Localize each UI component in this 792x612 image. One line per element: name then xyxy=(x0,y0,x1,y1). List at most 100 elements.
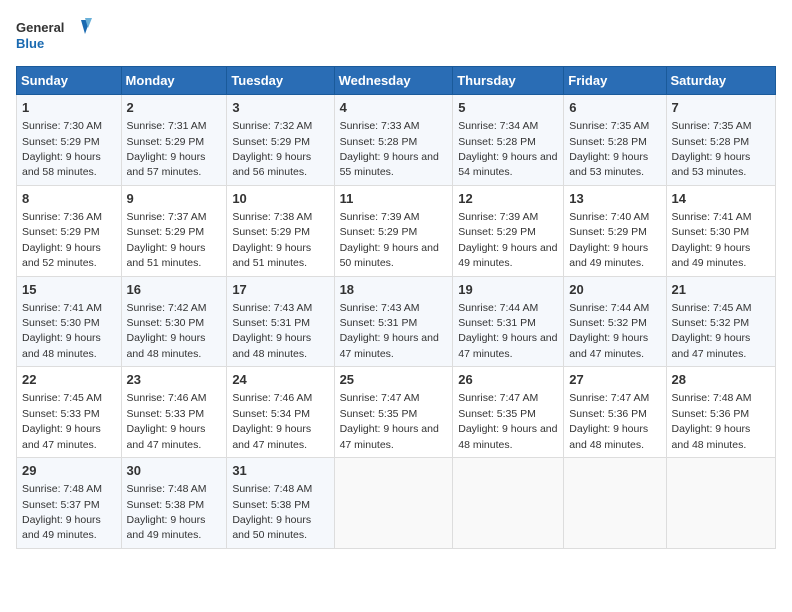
calendar-cell: 24 Sunrise: 7:46 AMSunset: 5:34 PMDaylig… xyxy=(227,367,334,458)
calendar-cell: 30 Sunrise: 7:48 AMSunset: 5:38 PMDaylig… xyxy=(121,458,227,549)
calendar-cell: 10 Sunrise: 7:38 AMSunset: 5:29 PMDaylig… xyxy=(227,185,334,276)
day-number: 30 xyxy=(127,462,222,480)
calendar-body: 1 Sunrise: 7:30 AMSunset: 5:29 PMDayligh… xyxy=(17,95,776,549)
calendar-week-3: 15 Sunrise: 7:41 AMSunset: 5:30 PMDaylig… xyxy=(17,276,776,367)
calendar-week-2: 8 Sunrise: 7:36 AMSunset: 5:29 PMDayligh… xyxy=(17,185,776,276)
day-number: 4 xyxy=(340,99,448,117)
sunrise-text: Sunrise: 7:37 AMSunset: 5:29 PMDaylight:… xyxy=(127,211,207,269)
svg-text:General: General xyxy=(16,20,64,35)
sunrise-text: Sunrise: 7:47 AMSunset: 5:35 PMDaylight:… xyxy=(340,392,439,450)
calendar-cell: 1 Sunrise: 7:30 AMSunset: 5:29 PMDayligh… xyxy=(17,95,122,186)
calendar-cell: 13 Sunrise: 7:40 AMSunset: 5:29 PMDaylig… xyxy=(564,185,666,276)
day-number: 29 xyxy=(22,462,116,480)
day-number: 11 xyxy=(340,190,448,208)
day-number: 13 xyxy=(569,190,660,208)
sunrise-text: Sunrise: 7:42 AMSunset: 5:30 PMDaylight:… xyxy=(127,302,207,360)
sunrise-text: Sunrise: 7:47 AMSunset: 5:36 PMDaylight:… xyxy=(569,392,649,450)
header-wednesday: Wednesday xyxy=(334,67,453,95)
day-number: 7 xyxy=(672,99,770,117)
sunrise-text: Sunrise: 7:35 AMSunset: 5:28 PMDaylight:… xyxy=(569,120,649,178)
calendar-cell: 17 Sunrise: 7:43 AMSunset: 5:31 PMDaylig… xyxy=(227,276,334,367)
calendar-cell: 28 Sunrise: 7:48 AMSunset: 5:36 PMDaylig… xyxy=(666,367,775,458)
header-sunday: Sunday xyxy=(17,67,122,95)
calendar-cell: 15 Sunrise: 7:41 AMSunset: 5:30 PMDaylig… xyxy=(17,276,122,367)
sunrise-text: Sunrise: 7:39 AMSunset: 5:29 PMDaylight:… xyxy=(340,211,439,269)
day-number: 21 xyxy=(672,281,770,299)
sunrise-text: Sunrise: 7:33 AMSunset: 5:28 PMDaylight:… xyxy=(340,120,439,178)
header-thursday: Thursday xyxy=(453,67,564,95)
calendar-cell: 19 Sunrise: 7:44 AMSunset: 5:31 PMDaylig… xyxy=(453,276,564,367)
day-number: 9 xyxy=(127,190,222,208)
day-number: 28 xyxy=(672,371,770,389)
calendar-cell: 11 Sunrise: 7:39 AMSunset: 5:29 PMDaylig… xyxy=(334,185,453,276)
calendar-cell: 3 Sunrise: 7:32 AMSunset: 5:29 PMDayligh… xyxy=(227,95,334,186)
calendar-cell: 8 Sunrise: 7:36 AMSunset: 5:29 PMDayligh… xyxy=(17,185,122,276)
day-number: 15 xyxy=(22,281,116,299)
header-monday: Monday xyxy=(121,67,227,95)
sunrise-text: Sunrise: 7:47 AMSunset: 5:35 PMDaylight:… xyxy=(458,392,557,450)
calendar-cell: 25 Sunrise: 7:47 AMSunset: 5:35 PMDaylig… xyxy=(334,367,453,458)
day-number: 1 xyxy=(22,99,116,117)
day-number: 12 xyxy=(458,190,558,208)
sunrise-text: Sunrise: 7:31 AMSunset: 5:29 PMDaylight:… xyxy=(127,120,207,178)
calendar-cell: 20 Sunrise: 7:44 AMSunset: 5:32 PMDaylig… xyxy=(564,276,666,367)
day-number: 22 xyxy=(22,371,116,389)
day-number: 8 xyxy=(22,190,116,208)
calendar-cell: 9 Sunrise: 7:37 AMSunset: 5:29 PMDayligh… xyxy=(121,185,227,276)
sunrise-text: Sunrise: 7:45 AMSunset: 5:32 PMDaylight:… xyxy=(672,302,752,360)
day-number: 25 xyxy=(340,371,448,389)
sunrise-text: Sunrise: 7:48 AMSunset: 5:36 PMDaylight:… xyxy=(672,392,752,450)
calendar-week-5: 29 Sunrise: 7:48 AMSunset: 5:37 PMDaylig… xyxy=(17,458,776,549)
sunrise-text: Sunrise: 7:41 AMSunset: 5:30 PMDaylight:… xyxy=(672,211,752,269)
sunrise-text: Sunrise: 7:30 AMSunset: 5:29 PMDaylight:… xyxy=(22,120,102,178)
day-number: 3 xyxy=(232,99,328,117)
header-saturday: Saturday xyxy=(666,67,775,95)
day-number: 24 xyxy=(232,371,328,389)
calendar-header: SundayMondayTuesdayWednesdayThursdayFrid… xyxy=(17,67,776,95)
day-number: 10 xyxy=(232,190,328,208)
day-number: 26 xyxy=(458,371,558,389)
day-number: 23 xyxy=(127,371,222,389)
calendar-cell: 22 Sunrise: 7:45 AMSunset: 5:33 PMDaylig… xyxy=(17,367,122,458)
logo: General Blue xyxy=(16,16,96,58)
calendar-cell xyxy=(564,458,666,549)
day-number: 17 xyxy=(232,281,328,299)
sunrise-text: Sunrise: 7:43 AMSunset: 5:31 PMDaylight:… xyxy=(232,302,312,360)
day-number: 27 xyxy=(569,371,660,389)
calendar-cell: 18 Sunrise: 7:43 AMSunset: 5:31 PMDaylig… xyxy=(334,276,453,367)
logo-svg: General Blue xyxy=(16,16,96,58)
page-header: General Blue xyxy=(16,16,776,58)
sunrise-text: Sunrise: 7:41 AMSunset: 5:30 PMDaylight:… xyxy=(22,302,102,360)
sunrise-text: Sunrise: 7:46 AMSunset: 5:34 PMDaylight:… xyxy=(232,392,312,450)
calendar-cell: 2 Sunrise: 7:31 AMSunset: 5:29 PMDayligh… xyxy=(121,95,227,186)
calendar-cell: 26 Sunrise: 7:47 AMSunset: 5:35 PMDaylig… xyxy=(453,367,564,458)
calendar-week-1: 1 Sunrise: 7:30 AMSunset: 5:29 PMDayligh… xyxy=(17,95,776,186)
day-number: 18 xyxy=(340,281,448,299)
day-number: 16 xyxy=(127,281,222,299)
sunrise-text: Sunrise: 7:34 AMSunset: 5:28 PMDaylight:… xyxy=(458,120,557,178)
calendar-week-4: 22 Sunrise: 7:45 AMSunset: 5:33 PMDaylig… xyxy=(17,367,776,458)
calendar-cell: 12 Sunrise: 7:39 AMSunset: 5:29 PMDaylig… xyxy=(453,185,564,276)
day-number: 20 xyxy=(569,281,660,299)
calendar-cell: 16 Sunrise: 7:42 AMSunset: 5:30 PMDaylig… xyxy=(121,276,227,367)
calendar-cell: 14 Sunrise: 7:41 AMSunset: 5:30 PMDaylig… xyxy=(666,185,775,276)
svg-text:Blue: Blue xyxy=(16,36,44,51)
calendar-cell: 31 Sunrise: 7:48 AMSunset: 5:38 PMDaylig… xyxy=(227,458,334,549)
calendar-cell: 4 Sunrise: 7:33 AMSunset: 5:28 PMDayligh… xyxy=(334,95,453,186)
calendar-cell xyxy=(666,458,775,549)
sunrise-text: Sunrise: 7:45 AMSunset: 5:33 PMDaylight:… xyxy=(22,392,102,450)
sunrise-text: Sunrise: 7:46 AMSunset: 5:33 PMDaylight:… xyxy=(127,392,207,450)
calendar-cell: 23 Sunrise: 7:46 AMSunset: 5:33 PMDaylig… xyxy=(121,367,227,458)
sunrise-text: Sunrise: 7:35 AMSunset: 5:28 PMDaylight:… xyxy=(672,120,752,178)
calendar-cell: 29 Sunrise: 7:48 AMSunset: 5:37 PMDaylig… xyxy=(17,458,122,549)
sunrise-text: Sunrise: 7:44 AMSunset: 5:31 PMDaylight:… xyxy=(458,302,557,360)
sunrise-text: Sunrise: 7:36 AMSunset: 5:29 PMDaylight:… xyxy=(22,211,102,269)
header-friday: Friday xyxy=(564,67,666,95)
calendar-cell: 5 Sunrise: 7:34 AMSunset: 5:28 PMDayligh… xyxy=(453,95,564,186)
header-tuesday: Tuesday xyxy=(227,67,334,95)
sunrise-text: Sunrise: 7:48 AMSunset: 5:38 PMDaylight:… xyxy=(127,483,207,541)
calendar-table: SundayMondayTuesdayWednesdayThursdayFrid… xyxy=(16,66,776,549)
sunrise-text: Sunrise: 7:43 AMSunset: 5:31 PMDaylight:… xyxy=(340,302,439,360)
day-number: 31 xyxy=(232,462,328,480)
sunrise-text: Sunrise: 7:32 AMSunset: 5:29 PMDaylight:… xyxy=(232,120,312,178)
